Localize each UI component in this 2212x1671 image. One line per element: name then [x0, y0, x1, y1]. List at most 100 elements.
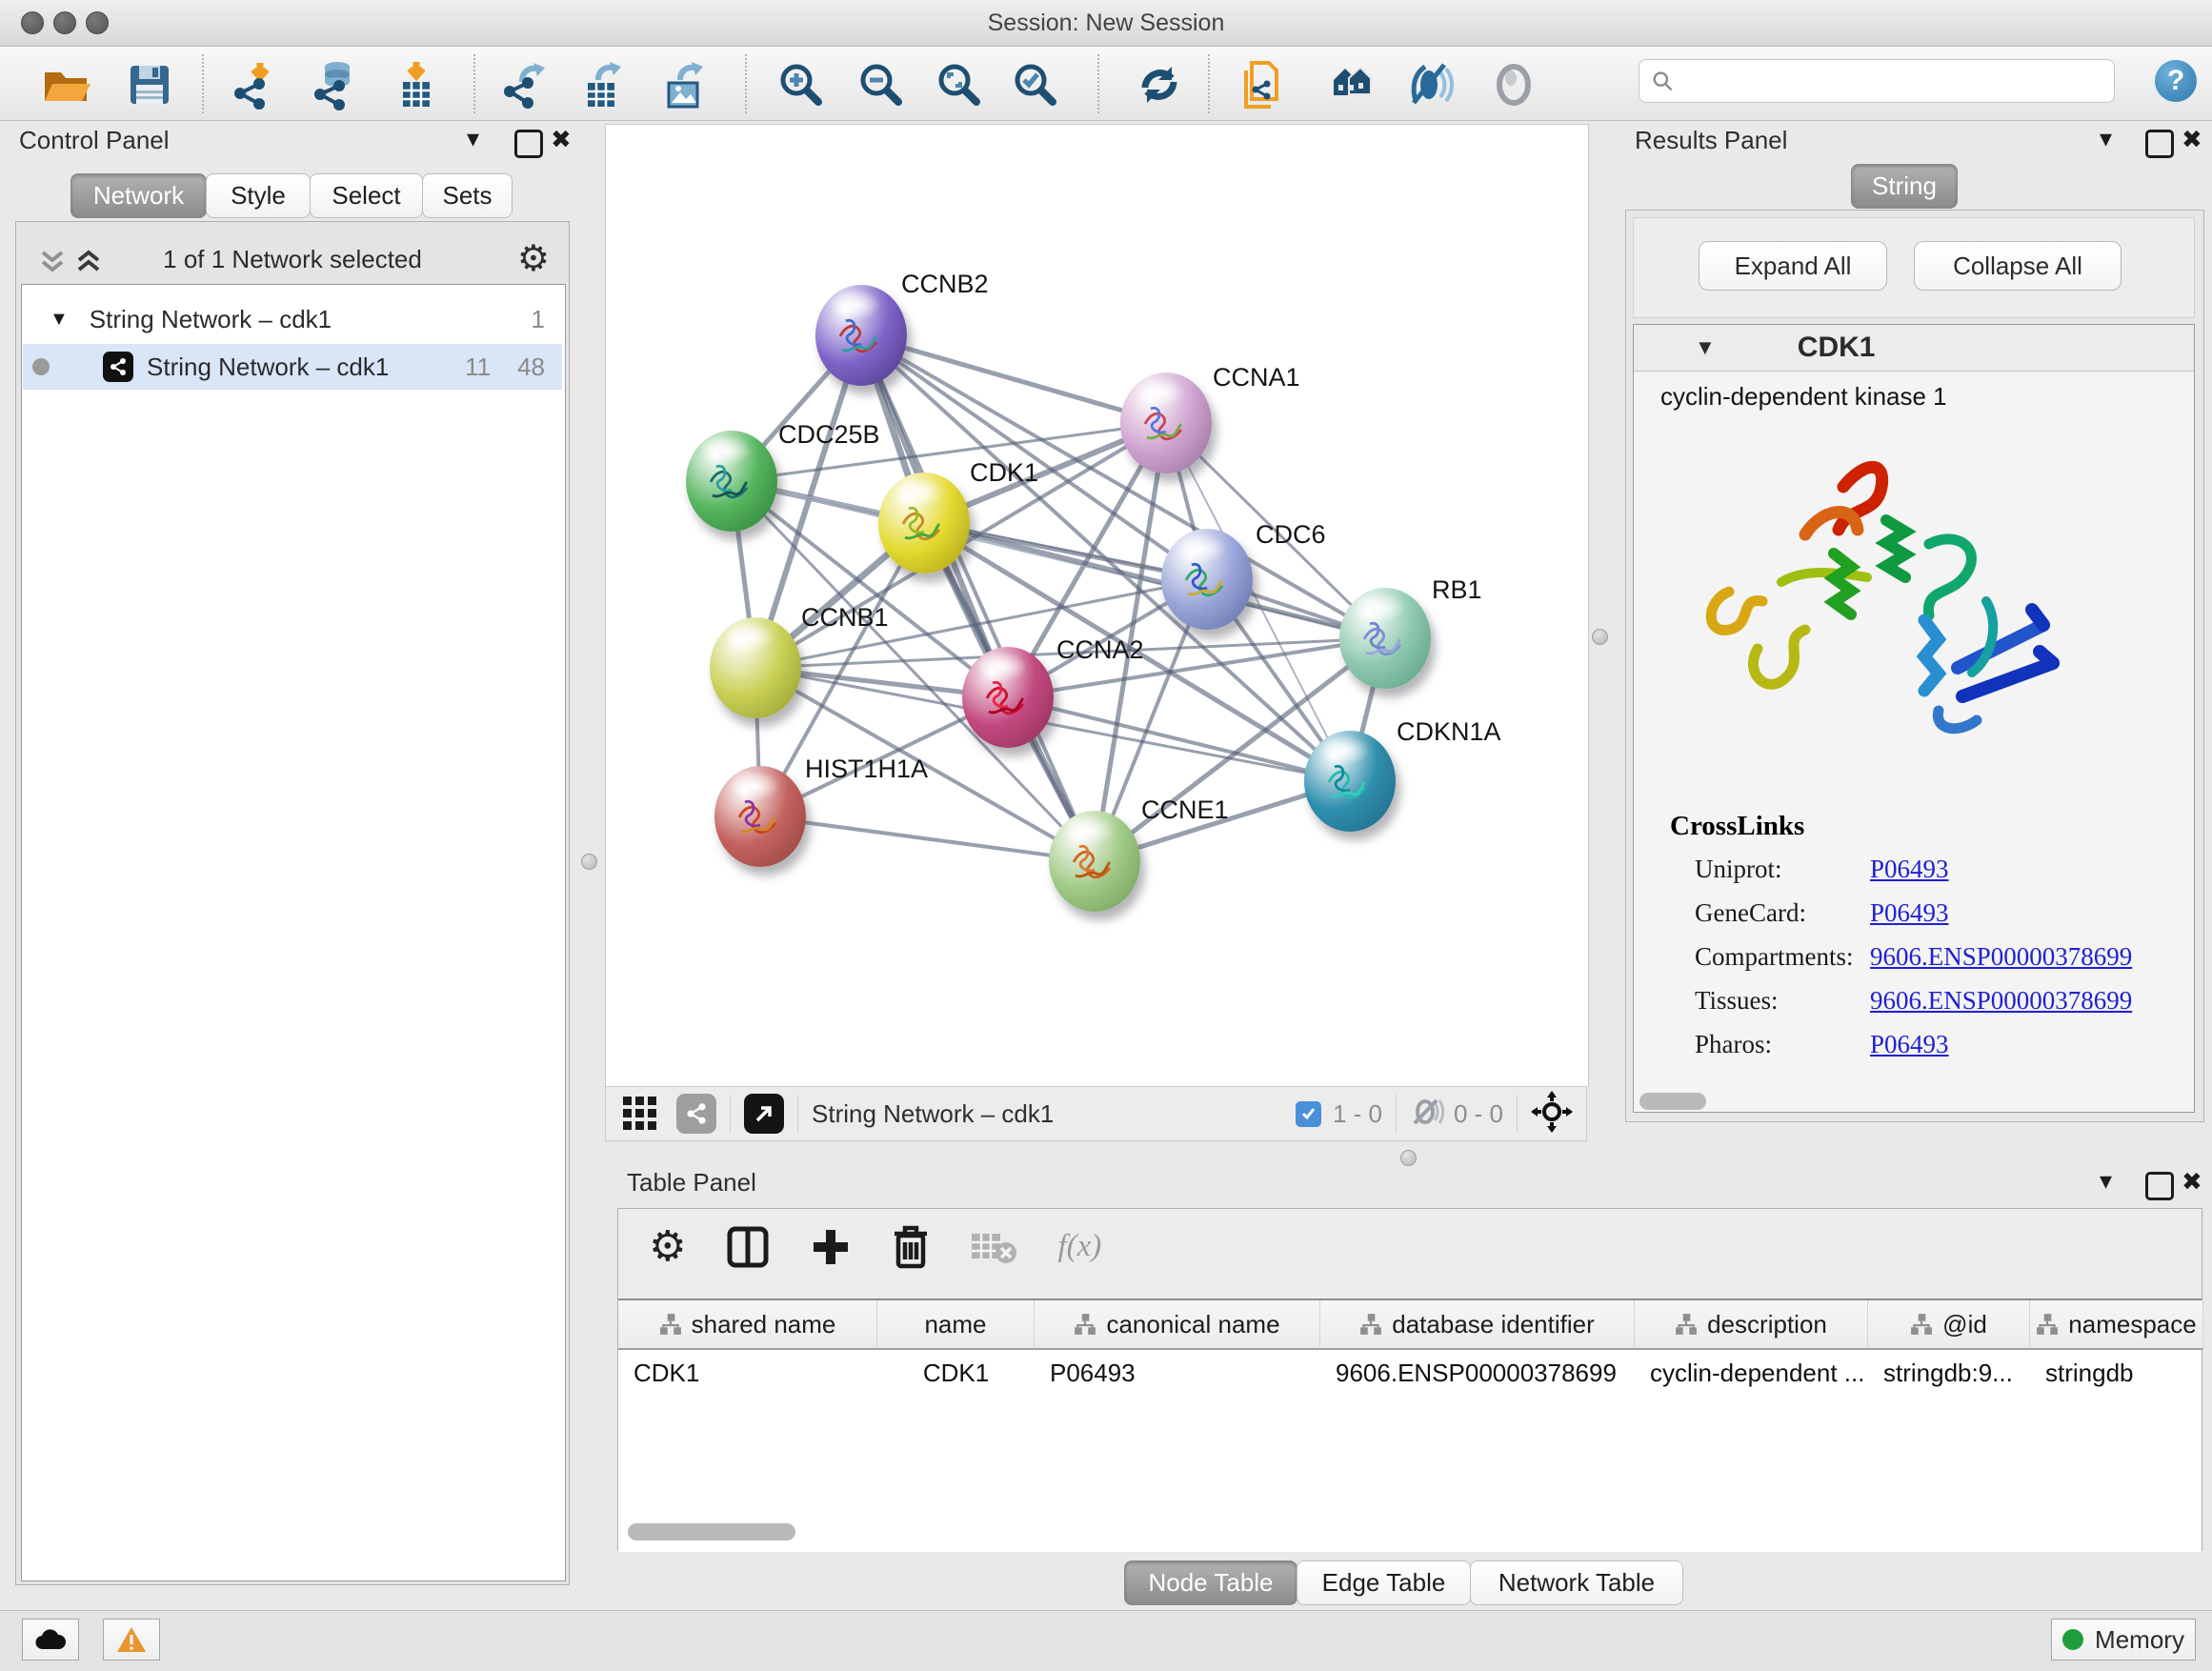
tab-style[interactable]: Style [206, 173, 311, 218]
uniprot-link[interactable]: P06493 [1870, 855, 1949, 884]
statusbar-separator [730, 1095, 731, 1133]
network-edge-count: 48 [517, 352, 545, 382]
table-cell[interactable]: CDK1 [877, 1352, 1035, 1394]
tab-string[interactable]: String [1851, 164, 1958, 209]
network-node-HIST1H1A[interactable] [714, 766, 806, 867]
refresh-view-icon[interactable] [1132, 57, 1187, 112]
tab-edge-table[interactable]: Edge Table [1297, 1560, 1471, 1605]
left-splitter-handle[interactable] [581, 854, 597, 870]
warnings-button[interactable] [103, 1619, 160, 1661]
network-collection-row[interactable]: ▼ String Network – cdk1 1 [23, 296, 562, 342]
results-panel-menu-icon[interactable]: ▾ [2100, 124, 2112, 153]
table-cell[interactable]: P06493 [1035, 1352, 1320, 1394]
cloud-status-button[interactable] [22, 1619, 79, 1661]
table-panel-float-icon[interactable] [2145, 1172, 2174, 1200]
column-header-namespace[interactable]: namespace [2030, 1300, 2203, 1350]
right-splitter-handle[interactable] [1592, 629, 1608, 645]
open-in-browser-icon[interactable] [744, 1094, 784, 1134]
hide-panels-icon[interactable] [1402, 57, 1458, 112]
function-builder-icon[interactable]: f(x) [1057, 1229, 1101, 1264]
network-node-CCNB1[interactable] [710, 617, 801, 718]
results-panel-float-icon[interactable] [2145, 130, 2174, 158]
bottom-splitter-handle[interactable] [1400, 1150, 1417, 1166]
table-options-gear-icon[interactable]: ⚙ [649, 1222, 686, 1271]
import-network-file-icon[interactable] [227, 57, 282, 112]
column-header-description[interactable]: description [1635, 1300, 1868, 1350]
table-cell[interactable]: stringdb [2030, 1352, 2203, 1394]
pharos-link[interactable]: P06493 [1870, 1030, 1949, 1059]
table-cell[interactable]: CDK1 [618, 1352, 877, 1394]
network-node-RB1[interactable] [1339, 588, 1431, 689]
column-header-shared-name[interactable]: shared name [618, 1300, 877, 1350]
string-style-icon[interactable] [676, 1094, 716, 1134]
results-panel-close-icon[interactable]: ✖ [2182, 125, 2202, 154]
column-header-canonical-name[interactable]: canonical name [1035, 1300, 1320, 1350]
protein-expand-icon[interactable]: ▼ [1695, 335, 1716, 360]
delete-table-icon[interactable] [970, 1228, 1017, 1266]
results-hscrollbar-thumb[interactable] [1639, 1093, 1706, 1110]
network-row-selected[interactable]: String Network – cdk1 11 48 [23, 344, 562, 390]
table-cell[interactable]: stringdb:9... [1868, 1352, 2030, 1394]
show-panels-icon[interactable] [1486, 57, 1541, 112]
network-node-CCNA1[interactable] [1120, 372, 1212, 473]
tab-network[interactable]: Network [70, 173, 207, 218]
zoom-in-icon[interactable] [774, 57, 829, 112]
tab-sets[interactable]: Sets [422, 173, 513, 218]
help-icon[interactable]: ? [2155, 60, 2197, 102]
selected-checkbox-icon[interactable] [1296, 1101, 1321, 1127]
collection-expand-icon[interactable]: ▼ [50, 309, 69, 331]
export-table-icon[interactable] [575, 57, 631, 112]
collapse-all-button[interactable]: Collapse All [1914, 241, 2122, 291]
expand-all-button[interactable]: Expand All [1699, 241, 1887, 291]
memory-button[interactable]: Memory [2051, 1619, 2196, 1661]
open-session-icon[interactable] [38, 57, 93, 112]
table-cell[interactable]: 9606.ENSP00000378699 [1320, 1352, 1635, 1394]
center-view-icon[interactable] [1531, 1091, 1573, 1137]
network-canvas[interactable]: CCNB2CCNA1CDC25BCDK1CDC6RB1CCNB1CCNA2CDK… [605, 124, 1589, 1087]
export-network-icon[interactable] [497, 57, 553, 112]
table-panel-menu-icon[interactable]: ▾ [2100, 1166, 2112, 1196]
network-panel-options-gear-icon[interactable]: ⚙ [517, 237, 550, 280]
show-columns-icon[interactable] [726, 1223, 770, 1271]
search-input[interactable] [1674, 67, 2102, 95]
hidden-eye-icon[interactable] [1410, 1098, 1444, 1130]
network-node-CCNA2[interactable] [962, 647, 1054, 748]
control-panel-close-icon[interactable]: ✖ [551, 125, 572, 154]
genecard-link[interactable]: P06493 [1870, 898, 1949, 928]
add-column-icon[interactable] [810, 1226, 852, 1268]
table-panel-close-icon[interactable]: ✖ [2182, 1167, 2202, 1197]
protein-card-header[interactable]: ▼ CDK1 [1634, 325, 2194, 372]
collection-count: 1 [532, 305, 545, 334]
compartments-link[interactable]: 9606.ENSP00000378699 [1870, 942, 2132, 972]
table-hscrollbar-thumb[interactable] [628, 1523, 795, 1540]
column-header--id[interactable]: @id [1868, 1300, 2030, 1350]
home-panel-icon[interactable] [1318, 57, 1374, 112]
import-table-file-icon[interactable] [389, 57, 444, 112]
control-panel-menu-icon[interactable]: ▾ [467, 124, 479, 153]
column-header-database-identifier[interactable]: database identifier [1320, 1300, 1635, 1350]
network-node-CDKN1A[interactable] [1304, 731, 1396, 832]
birdseye-view-icon[interactable] [621, 1093, 659, 1136]
tissues-link[interactable]: 9606.ENSP00000378699 [1870, 986, 2132, 1016]
network-node-CCNB2[interactable] [815, 285, 907, 386]
import-network-database-icon[interactable] [307, 57, 362, 112]
network-node-CDK1[interactable] [878, 473, 970, 574]
tab-network-table[interactable]: Network Table [1470, 1560, 1683, 1605]
search-field[interactable] [1639, 59, 2115, 103]
delete-column-icon[interactable] [892, 1224, 930, 1270]
export-image-icon[interactable] [657, 57, 713, 112]
zoom-selected-icon[interactable] [1008, 57, 1063, 112]
tab-select[interactable]: Select [310, 173, 423, 218]
statusbar-separator [797, 1095, 798, 1133]
network-node-CCNE1[interactable] [1049, 811, 1140, 912]
control-panel-float-icon[interactable] [514, 130, 543, 158]
zoom-fit-icon[interactable] [932, 57, 987, 112]
network-node-CDC6[interactable] [1161, 529, 1253, 630]
table-cell[interactable]: cyclin-dependent ... [1635, 1352, 1868, 1394]
tab-node-table[interactable]: Node Table [1124, 1560, 1297, 1605]
zoom-out-icon[interactable] [854, 57, 909, 112]
save-session-icon[interactable] [122, 57, 177, 112]
column-header-name[interactable]: name [877, 1300, 1035, 1350]
network-node-CDC25B[interactable] [686, 431, 777, 532]
copy-network-icon[interactable] [1237, 57, 1292, 112]
